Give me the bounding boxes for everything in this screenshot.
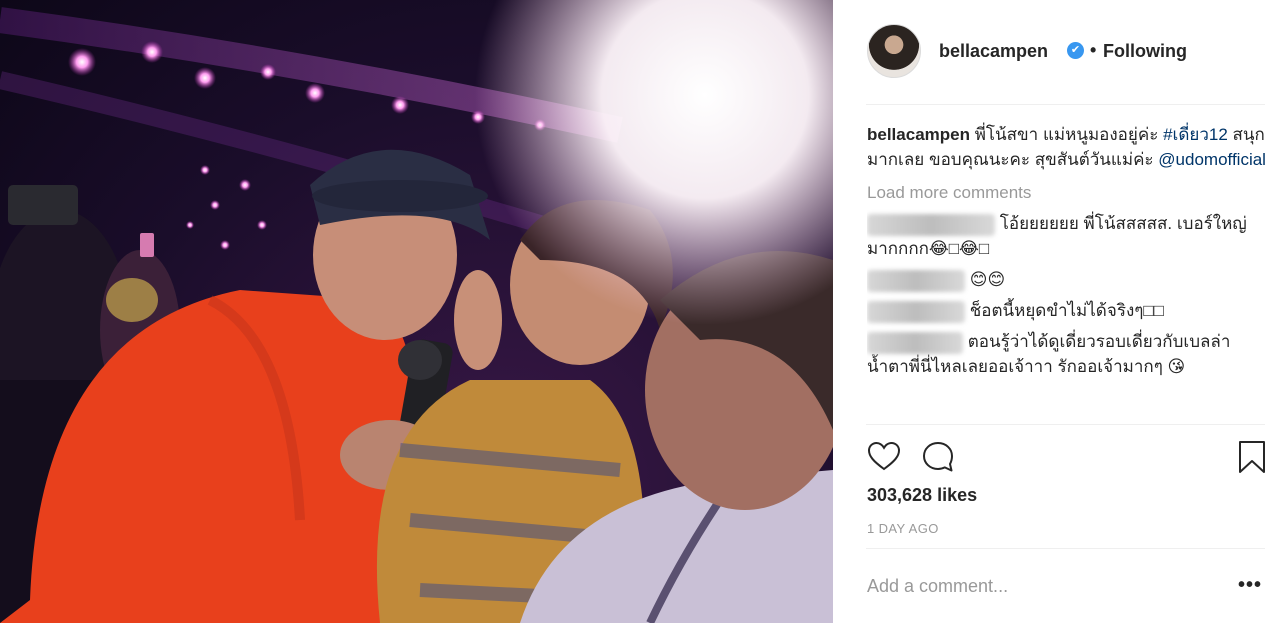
post-header: bellacampen ✔ • Following [833,0,1280,104]
divider [866,424,1265,425]
blurred-username [867,213,995,236]
comment-bubble-icon[interactable] [921,440,955,474]
bookmark-icon[interactable] [1235,440,1269,474]
caption-username[interactable]: bellacampen [867,125,970,144]
verified-badge-icon: ✔ [1067,42,1084,59]
comment-text: ช็อตนี้หยุดขำไม่ได้จริงๆ□□ [965,301,1164,320]
divider [866,104,1265,105]
action-bar [867,440,1265,476]
following-button[interactable]: Following [1103,41,1187,62]
comment-item: ช็อตนี้หยุดขำไม่ได้จริงๆ□□ [867,298,1267,323]
concert-photo-illustration [0,0,833,623]
post-photo[interactable] [0,0,833,623]
more-options-icon[interactable]: ••• [1238,574,1262,597]
username-link[interactable]: bellacampen [939,41,1048,62]
comments-section: bellacampen พี่โน้สขา แม่หนูมองอยู่ค่ะ #… [867,122,1267,422]
comment-item: 😊😊 [867,267,1267,292]
caption-text-1: พี่โน้สขา แม่หนูมองอยู่ค่ะ [970,125,1164,144]
separator-dot: • [1090,40,1097,60]
avatar[interactable] [867,24,921,78]
blurred-username [867,300,965,323]
load-more-comments-button[interactable]: Load more comments [867,180,1267,205]
blurred-username [867,269,965,292]
post-side-panel: bellacampen ✔ • Following bellacampen พี… [833,0,1280,623]
caption: bellacampen พี่โน้สขา แม่หนูมองอยู่ค่ะ #… [867,122,1267,172]
hashtag-link[interactable]: #เดี่ยว12 [1163,125,1228,144]
likes-count[interactable]: 303,628 likes [867,485,977,506]
add-comment-input[interactable] [867,572,1207,600]
mention-link[interactable]: @udomofficial [1158,150,1266,169]
divider [866,548,1265,549]
comment-item: ตอนรู้ว่าได้ดูเดี่ยวรอบเดี่ยวกับเบลล่า น… [867,329,1267,379]
heart-icon[interactable] [867,440,901,474]
post-timestamp[interactable]: 1 DAY AGO [867,521,939,536]
blurred-username [867,331,963,354]
comment-text: 😊😊 [965,270,1006,289]
comment-item: โอ้ยยยยยย พี่โน้สสสสส. เบอร์ใหญ่มากกกก😂□… [867,211,1267,261]
